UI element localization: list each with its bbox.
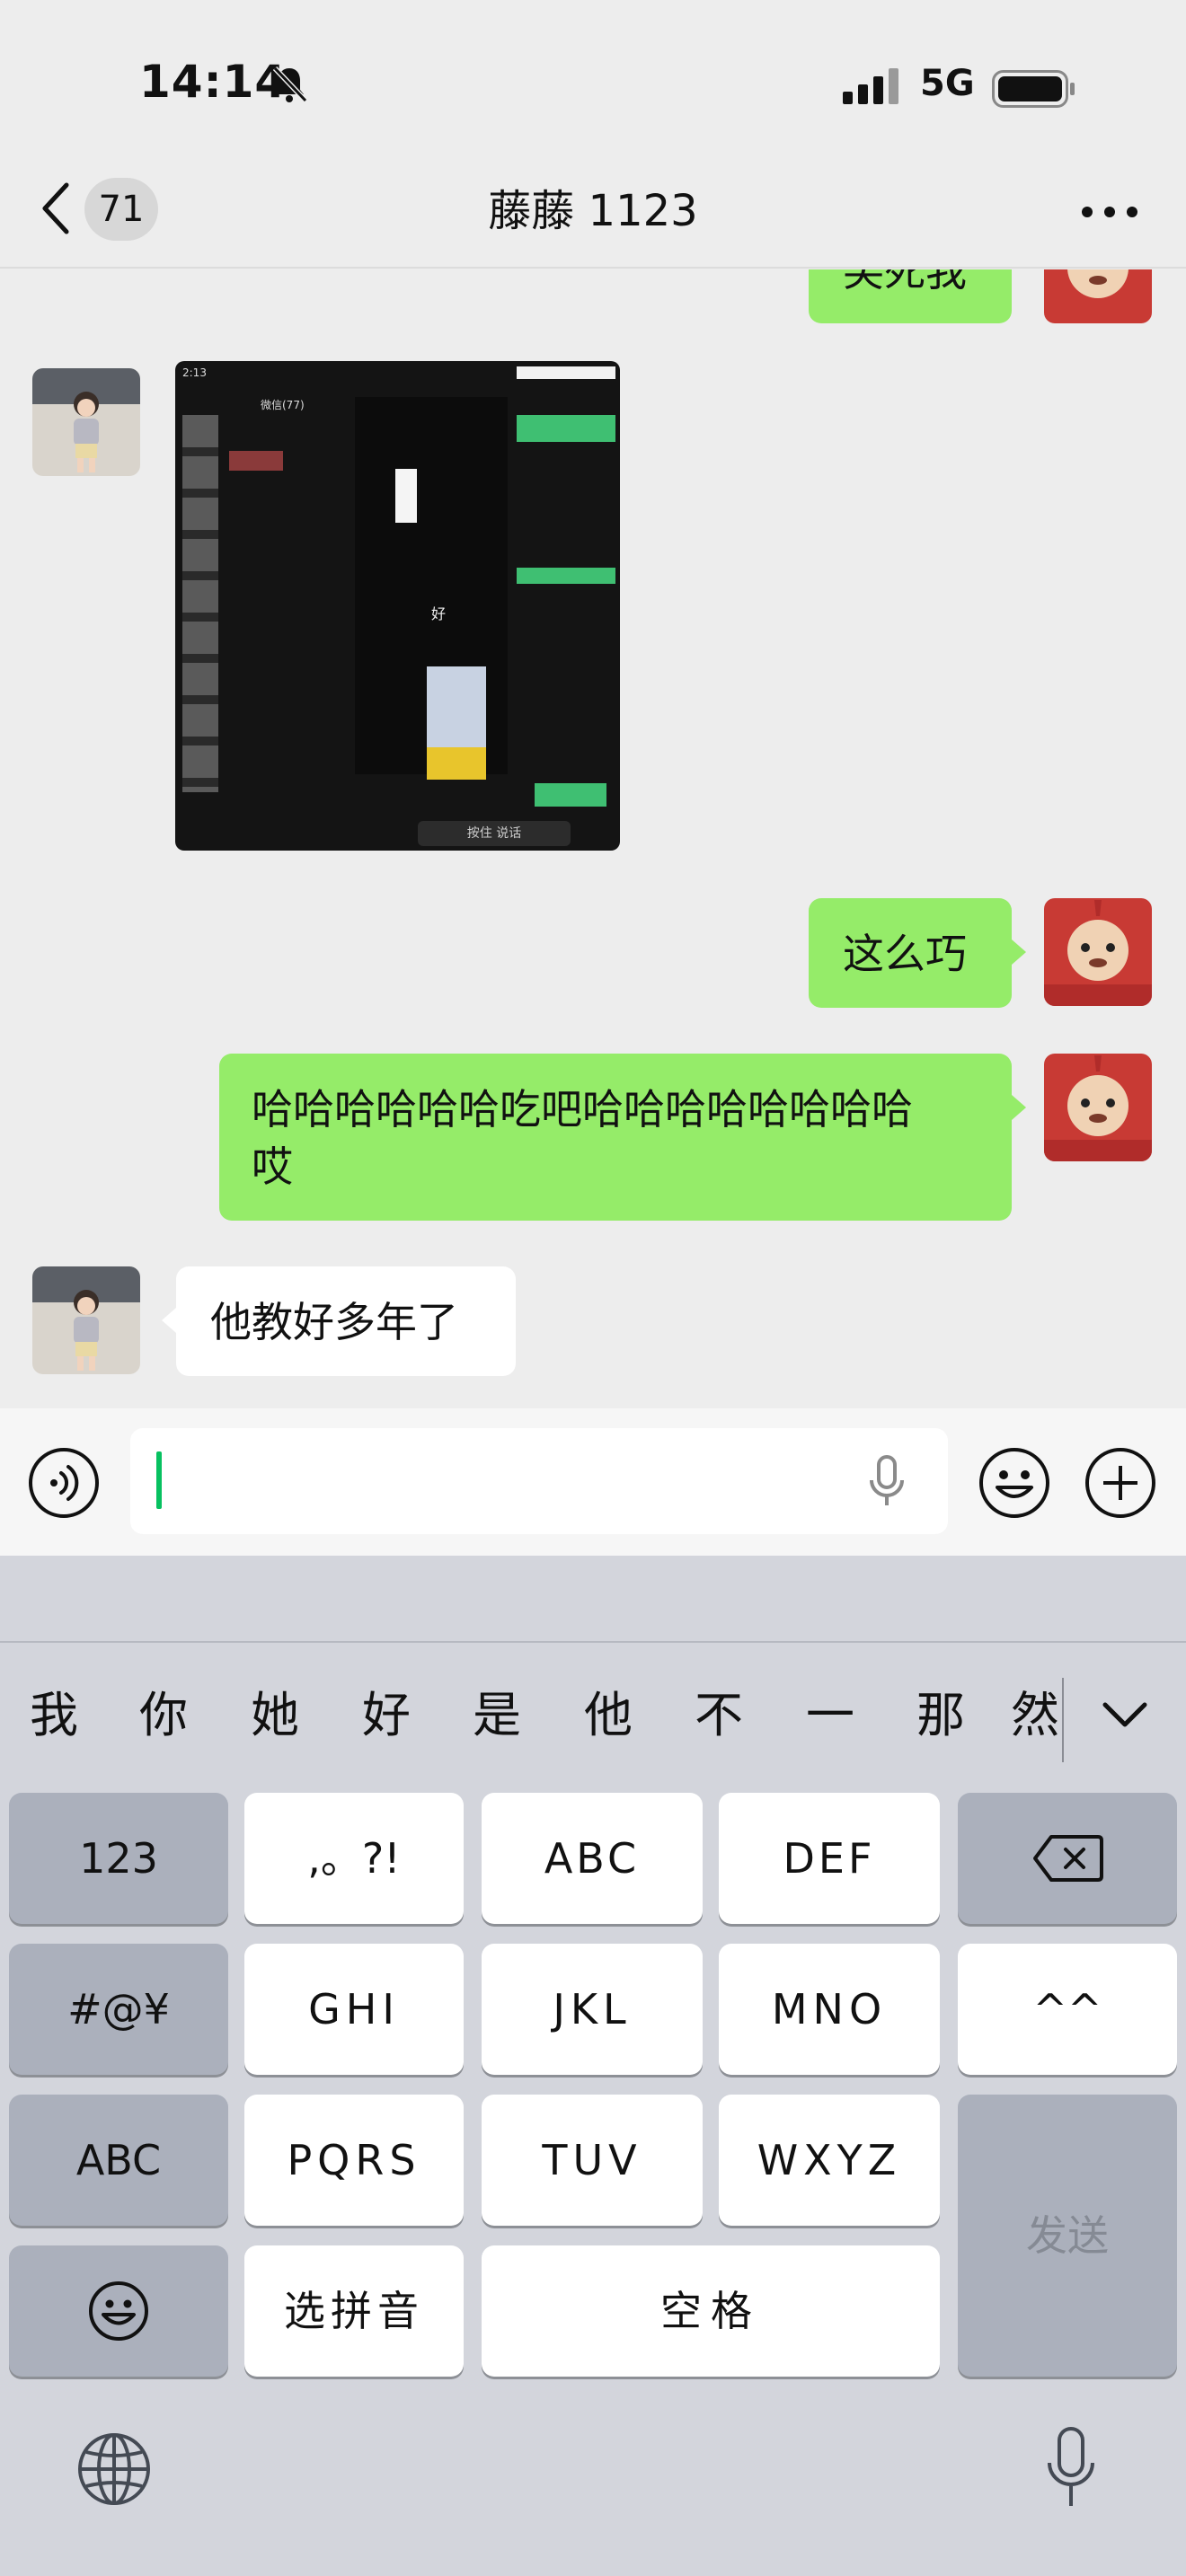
key-wxyz[interactable]: WXYZ xyxy=(719,2095,940,2226)
message-bubble-ta[interactable]: 他教好多年了 xyxy=(176,1266,516,1376)
key-label: JKL xyxy=(553,1985,632,2033)
message-text: 笑死我 xyxy=(843,247,967,296)
plus-icon[interactable] xyxy=(1084,1446,1157,1520)
network-label: 5G xyxy=(920,63,975,104)
bubble-tail xyxy=(162,1308,176,1333)
key-label: 空格 xyxy=(660,2287,761,2335)
candidate-0[interactable]: 我 xyxy=(18,1680,90,1751)
emoji-icon xyxy=(89,2281,148,2341)
message-input[interactable] xyxy=(130,1428,948,1534)
key-label: MNO xyxy=(771,1985,888,2033)
message-bubble-zhemeqiao[interactable]: 这么巧 xyxy=(809,898,1012,1008)
key-tuv[interactable]: TUV xyxy=(482,2095,703,2226)
key-label: ABC xyxy=(75,2136,162,2184)
candidate-9[interactable]: 然 xyxy=(1011,1680,1065,1751)
key-label: ABC xyxy=(544,1834,641,1883)
more-icon[interactable] xyxy=(1078,205,1141,219)
key-label: TUV xyxy=(542,2136,642,2184)
screenshot-thumb xyxy=(395,469,417,523)
key-label: GHI xyxy=(308,1985,400,2033)
screenshot-list xyxy=(182,415,218,792)
key-123[interactable]: 123 xyxy=(9,1793,228,1924)
candidate-1[interactable]: 你 xyxy=(128,1680,199,1751)
unread-count-badge[interactable]: 71 xyxy=(84,178,158,241)
key-jkl[interactable]: JKL xyxy=(482,1944,703,2075)
message-text-line2: 哎 xyxy=(252,1142,293,1191)
key-symbols[interactable]: #@¥ xyxy=(9,1944,228,2075)
candidate-5[interactable]: 他 xyxy=(572,1680,644,1751)
screenshot-reply: 好 xyxy=(431,605,447,622)
screenshot-photo-part xyxy=(427,747,486,780)
key-label: DEF xyxy=(783,1834,876,1883)
voice-icon[interactable] xyxy=(27,1446,101,1520)
avatar-self[interactable] xyxy=(1044,898,1152,1006)
message-bubble-haha[interactable]: 哈哈哈哈哈哈吃吧哈哈哈哈哈哈哈哈 哎 xyxy=(219,1054,1012,1221)
bell-slash-icon xyxy=(272,66,308,103)
space-key[interactable]: 空格 xyxy=(482,2245,940,2377)
screenshot-title: 微信(77) xyxy=(261,399,305,411)
key-label: PQRS xyxy=(287,2136,421,2184)
candidate-7[interactable]: 一 xyxy=(794,1680,866,1751)
key-label: 123 xyxy=(79,1834,158,1883)
avatar-self[interactable] xyxy=(1044,269,1152,323)
key-label: WXYZ xyxy=(757,2136,902,2184)
key-abc-switch[interactable]: ABC xyxy=(9,2095,228,2226)
screenshot-voice-button: 按住 说话 xyxy=(418,821,571,846)
message-text: 这么巧 xyxy=(843,930,967,978)
chevron-left-icon[interactable] xyxy=(36,180,75,237)
candidate-4[interactable]: 是 xyxy=(461,1680,533,1751)
backspace-key[interactable] xyxy=(958,1793,1177,1924)
battery-icon xyxy=(992,70,1075,108)
message-text-line1: 哈哈哈哈哈哈吃吧哈哈哈哈哈哈哈哈 xyxy=(252,1085,913,1134)
key-def[interactable]: DEF xyxy=(719,1793,940,1924)
send-key[interactable]: 发送 xyxy=(958,2095,1177,2377)
candidate-separator xyxy=(1062,1678,1064,1762)
key-punct[interactable]: ,。?! xyxy=(244,1793,464,1924)
key-label: ,。?! xyxy=(307,1834,401,1883)
key-label: ^^ xyxy=(1032,1985,1102,2033)
message-text: 他教好多年了 xyxy=(210,1298,458,1346)
key-abc[interactable]: ABC xyxy=(482,1793,703,1924)
microphone-icon[interactable] xyxy=(1044,2425,1098,2511)
key-pqrs[interactable]: PQRS xyxy=(244,2095,464,2226)
signal-icon xyxy=(843,68,898,104)
backspace-icon xyxy=(1033,1835,1103,1882)
screenshot-redaction xyxy=(517,366,615,379)
candidate-2[interactable]: 她 xyxy=(239,1680,311,1751)
screenshot-green-bubble xyxy=(517,568,615,584)
bubble-tail xyxy=(1012,1095,1026,1120)
screenshot-image[interactable]: 2:13 微信(77) 好 按住 说话 xyxy=(175,361,620,851)
key-label: #@¥ xyxy=(67,1985,170,2033)
emoji-key[interactable] xyxy=(9,2245,228,2377)
chat-title: 藤藤 1123 xyxy=(488,186,698,236)
chevron-down-icon[interactable] xyxy=(1098,1696,1152,1735)
avatar-self[interactable] xyxy=(1044,1054,1152,1161)
text-caret xyxy=(156,1451,162,1509)
key-ghi[interactable]: GHI xyxy=(244,1944,464,2075)
key-pinyin[interactable]: 选拼音 xyxy=(244,2245,464,2377)
screenshot-block xyxy=(229,451,283,471)
key-label: 发送 xyxy=(1026,2211,1109,2260)
screenshot-green-bubble xyxy=(517,415,615,442)
key-mno[interactable]: MNO xyxy=(719,1944,940,2075)
bubble-tail xyxy=(1012,940,1026,965)
microphone-icon[interactable] xyxy=(864,1455,909,1509)
screenshot-time: 2:13 xyxy=(182,366,207,379)
emoji-icon[interactable] xyxy=(978,1446,1051,1520)
status-time: 14:14 xyxy=(139,56,288,108)
globe-icon[interactable] xyxy=(75,2430,153,2508)
candidate-3[interactable]: 好 xyxy=(350,1680,422,1751)
candidate-divider xyxy=(0,1641,1186,1643)
candidate-8[interactable]: 那 xyxy=(905,1680,977,1751)
avatar-friend[interactable] xyxy=(32,1266,140,1374)
screenshot-green-bubble xyxy=(535,783,606,807)
nav-divider xyxy=(0,267,1186,269)
key-label: 选拼音 xyxy=(284,2287,424,2335)
key-kaomoji[interactable]: ^^ xyxy=(958,1944,1177,2075)
candidate-6[interactable]: 不 xyxy=(683,1680,755,1751)
avatar-friend[interactable] xyxy=(32,368,140,476)
